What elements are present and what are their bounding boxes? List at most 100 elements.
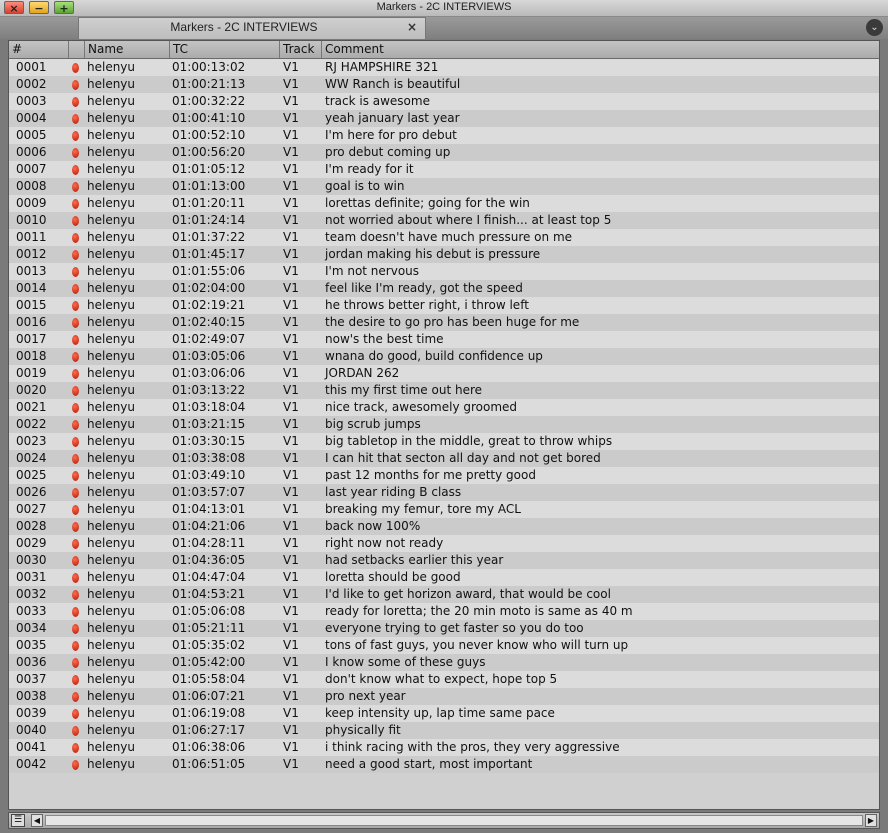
table-row[interactable]: 0016 helenyu 01:02:40:15 V1 the desire to go…	[9, 314, 879, 331]
marker-number: 0022	[16, 417, 47, 431]
table-row[interactable]: 0042 helenyu 01:06:51:05 V1 need a good star…	[9, 756, 879, 773]
marker-name: helenyu	[87, 77, 136, 91]
marker-number: 0036	[16, 655, 47, 669]
column-header-comment[interactable]: Comment	[322, 41, 879, 58]
panel-menu-button[interactable]: ⌄	[866, 19, 883, 36]
table-row[interactable]: 0018 helenyu 01:03:05:06 V1 wnana do good, b…	[9, 348, 879, 365]
table-row[interactable]: 0020 helenyu 01:03:13:22 V1 this my first ti…	[9, 382, 879, 399]
table-row[interactable]: 0019 helenyu 01:03:06:06 V1 JORDAN 262	[9, 365, 879, 382]
marker-timecode: 01:03:21:15	[172, 417, 246, 431]
marker-track: V1	[283, 502, 299, 516]
table-row[interactable]: 0022 helenyu 01:03:21:15 V1 big scrub jumps	[9, 416, 879, 433]
marker-timecode: 01:05:58:04	[172, 672, 246, 686]
table-row[interactable]: 0030 helenyu 01:04:36:05 V1 had setbacks ear…	[9, 552, 879, 569]
scroll-right-button[interactable]: ▶	[865, 814, 877, 827]
window-title: Markers - 2C INTERVIEWS	[376, 1, 512, 13]
marker-number: 0003	[16, 94, 47, 108]
marker-color-icon	[72, 726, 79, 736]
marker-timecode: 01:02:19:21	[172, 298, 246, 312]
marker-track: V1	[283, 111, 299, 125]
table-row[interactable]: 0004 helenyu 01:00:41:10 V1 yeah january las…	[9, 110, 879, 127]
marker-timecode: 01:00:32:22	[172, 94, 246, 108]
marker-name: helenyu	[87, 655, 136, 669]
marker-name: helenyu	[87, 383, 136, 397]
table-row[interactable]: 0014 helenyu 01:02:04:00 V1 feel like I'm re…	[9, 280, 879, 297]
table-row[interactable]: 0002 helenyu 01:00:21:13 V1 WW Ranch is beau…	[9, 76, 879, 93]
table-row[interactable]: 0015 helenyu 01:02:19:21 V1 he throws better…	[9, 297, 879, 314]
table-row[interactable]: 0038 helenyu 01:06:07:21 V1 pro next year	[9, 688, 879, 705]
marker-number: 0009	[16, 196, 47, 210]
table-row[interactable]: 0040 helenyu 01:06:27:17 V1 physically fit	[9, 722, 879, 739]
table-row[interactable]: 0031 helenyu 01:04:47:04 V1 loretta should b…	[9, 569, 879, 586]
marker-number: 0018	[16, 349, 47, 363]
column-header-name[interactable]: Name	[85, 41, 170, 58]
marker-track: V1	[283, 230, 299, 244]
table-row[interactable]: 0025 helenyu 01:03:49:10 V1 past 12 months f…	[9, 467, 879, 484]
table-row[interactable]: 0011 helenyu 01:01:37:22 V1 team doesn't hav…	[9, 229, 879, 246]
tab-close-icon[interactable]: ×	[407, 20, 417, 34]
table-row[interactable]: 0007 helenyu 01:01:05:12 V1 I'm ready for it	[9, 161, 879, 178]
table-row[interactable]: 0013 helenyu 01:01:55:06 V1 I'm not nervous	[9, 263, 879, 280]
table-row[interactable]: 0008 helenyu 01:01:13:00 V1 goal is to win	[9, 178, 879, 195]
marker-name: helenyu	[87, 519, 136, 533]
tab-markers[interactable]: Markers - 2C INTERVIEWS ×	[78, 17, 426, 39]
table-row[interactable]: 0029 helenyu 01:04:28:11 V1 right now not re…	[9, 535, 879, 552]
marker-timecode: 01:01:45:17	[172, 247, 246, 261]
marker-number: 0037	[16, 672, 47, 686]
table-row[interactable]: 0024 helenyu 01:03:38:08 V1 I can hit that s…	[9, 450, 879, 467]
table-row[interactable]: 0027 helenyu 01:04:13:01 V1 breaking my femu…	[9, 501, 879, 518]
marker-track: V1	[283, 570, 299, 584]
marker-comment: the desire to go pro has been huge for m…	[325, 315, 580, 329]
marker-timecode: 01:02:49:07	[172, 332, 246, 346]
scroll-track[interactable]	[45, 815, 863, 826]
marker-comment: tons of fast guys, you never know who wi…	[325, 638, 629, 652]
marker-timecode: 01:02:04:00	[172, 281, 246, 295]
table-row[interactable]: 0036 helenyu 01:05:42:00 V1 I know some of t…	[9, 654, 879, 671]
table-row[interactable]: 0023 helenyu 01:03:30:15 V1 big tabletop in …	[9, 433, 879, 450]
marker-number: 0012	[16, 247, 47, 261]
table-row[interactable]: 0005 helenyu 01:00:52:10 V1 I'm here for pro…	[9, 127, 879, 144]
marker-number: 0039	[16, 706, 47, 720]
marker-comment: he throws better right, i throw left	[325, 298, 529, 312]
table-row[interactable]: 0032 helenyu 01:04:53:21 V1 I'd like to get …	[9, 586, 879, 603]
table-row[interactable]: 0028 helenyu 01:04:21:06 V1 back now 100%	[9, 518, 879, 535]
marker-color-icon	[72, 250, 79, 260]
table-row[interactable]: 0017 helenyu 01:02:49:07 V1 now's the best t…	[9, 331, 879, 348]
column-header-color[interactable]	[69, 41, 85, 58]
marker-number: 0030	[16, 553, 47, 567]
marker-comment: keep intensity up, lap time same pace	[325, 706, 555, 720]
table-row[interactable]: 0009 helenyu 01:01:20:11 V1 lorettas definit…	[9, 195, 879, 212]
table-row[interactable]: 0006 helenyu 01:00:56:20 V1 pro debut coming…	[9, 144, 879, 161]
table-row[interactable]: 0035 helenyu 01:05:35:02 V1 tons of fast guy…	[9, 637, 879, 654]
view-toggle-icon[interactable]: ☰	[11, 814, 25, 827]
table-row[interactable]: 0034 helenyu 01:05:21:11 V1 everyone trying …	[9, 620, 879, 637]
marker-name: helenyu	[87, 264, 136, 278]
column-header-tc[interactable]: TC	[170, 41, 280, 58]
marker-name: helenyu	[87, 196, 136, 210]
scroll-left-button[interactable]: ◀	[31, 814, 43, 827]
table-row[interactable]: 0039 helenyu 01:06:19:08 V1 keep intensity u…	[9, 705, 879, 722]
marker-color-icon	[72, 743, 79, 753]
table-row[interactable]: 0026 helenyu 01:03:57:07 V1 last year riding…	[9, 484, 879, 501]
column-header-track[interactable]: Track	[280, 41, 322, 58]
window-titlebar: × − + Markers - 2C INTERVIEWS	[0, 0, 888, 17]
marker-name: helenyu	[87, 400, 136, 414]
marker-comment: had setbacks earlier this year	[325, 553, 504, 567]
column-header-num[interactable]: #	[9, 41, 69, 58]
table-row[interactable]: 0041 helenyu 01:06:38:06 V1 i think racing w…	[9, 739, 879, 756]
marker-track: V1	[283, 723, 299, 737]
table-row[interactable]: 0010 helenyu 01:01:24:14 V1 not worried abou…	[9, 212, 879, 229]
marker-name: helenyu	[87, 298, 136, 312]
marker-color-icon	[72, 97, 79, 107]
table-row[interactable]: 0003 helenyu 01:00:32:22 V1 track is awesome	[9, 93, 879, 110]
marker-number: 0040	[16, 723, 47, 737]
marker-color-icon	[72, 607, 79, 617]
table-row[interactable]: 0037 helenyu 01:05:58:04 V1 don't know what …	[9, 671, 879, 688]
table-row[interactable]: 0021 helenyu 01:03:18:04 V1 nice track, awes…	[9, 399, 879, 416]
marker-color-icon	[72, 573, 79, 583]
marker-timecode: 01:03:57:07	[172, 485, 246, 499]
table-row[interactable]: 0001 helenyu 01:00:13:02 V1 RJ HAMPSHIRE 321	[9, 59, 879, 76]
marker-name: helenyu	[87, 553, 136, 567]
table-row[interactable]: 0012 helenyu 01:01:45:17 V1 jordan making hi…	[9, 246, 879, 263]
table-row[interactable]: 0033 helenyu 01:05:06:08 V1 ready for lorett…	[9, 603, 879, 620]
